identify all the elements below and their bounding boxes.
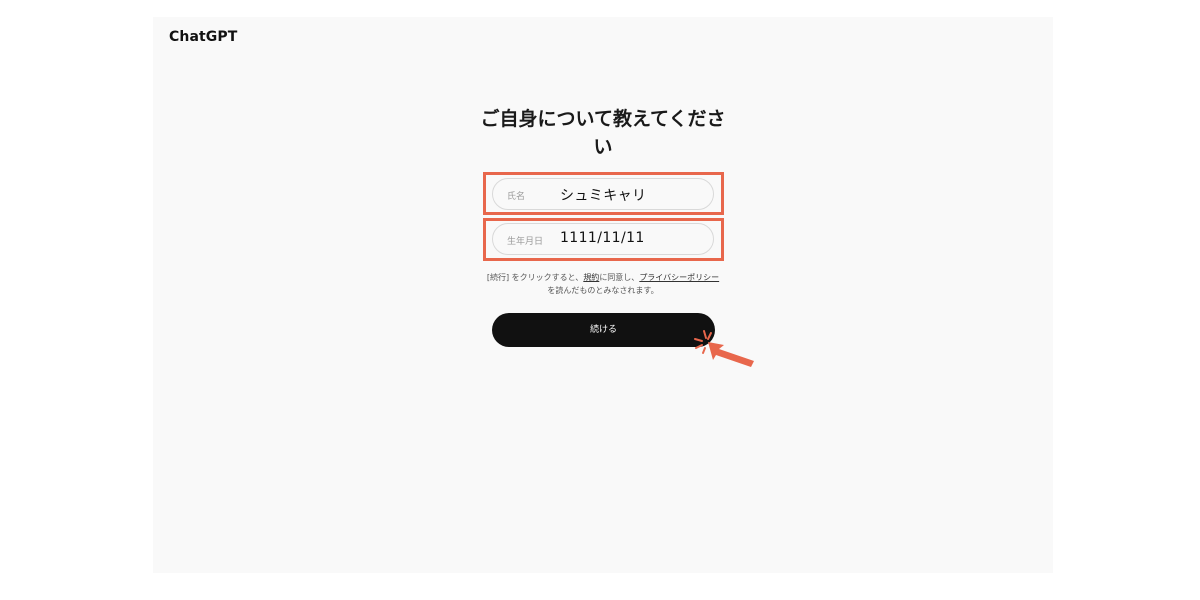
privacy-policy-link[interactable]: プライバシーポリシー: [639, 273, 719, 282]
name-field[interactable]: 氏名 シュミキャリ: [492, 178, 714, 210]
page-title: ご自身について教えてください: [480, 108, 726, 158]
birthday-field[interactable]: 生年月日 1111/11/11: [492, 223, 714, 255]
continue-button[interactable]: 続ける: [492, 313, 715, 347]
birthday-field-value: 1111/11/11: [560, 230, 645, 246]
brand-logo: ChatGPT: [169, 29, 238, 45]
name-field-value: シュミキャリ: [560, 188, 647, 204]
chatgpt-signup-screen: ChatGPT ご自身について教えてください 氏名 シュミキャリ 生年月日 11…: [153, 17, 1053, 573]
birthday-field-label: 生年月日: [507, 237, 544, 247]
terms-suffix: を読んだものとみなされます。: [547, 286, 659, 295]
terms-middle: に同意し、: [599, 273, 640, 282]
terms-notice: [続行] をクリックすると、規約に同意し、プライバシーポリシーを読んだものとみな…: [483, 271, 723, 297]
click-pointer-icon: [694, 330, 754, 367]
terms-prefix: [続行] をクリックすると、: [486, 273, 584, 282]
terms-link[interactable]: 規約: [583, 273, 599, 282]
name-field-label: 氏名: [507, 192, 526, 202]
